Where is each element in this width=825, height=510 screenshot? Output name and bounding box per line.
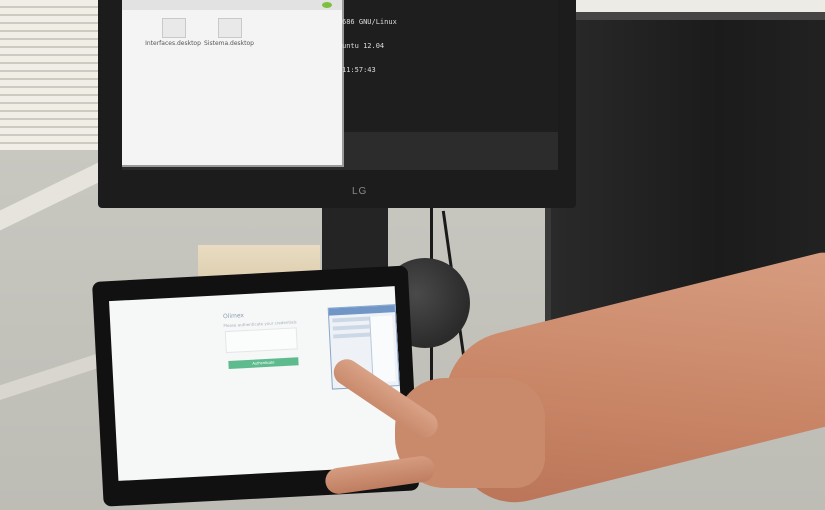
photo-scene: Interfaces.desktop Sistema.desktop 686 G… [0,0,825,510]
login-title: Olimex [222,312,245,321]
lg-logo: LG [352,186,368,197]
terminal-line: 11:57:43 [342,66,376,74]
terminal-output: 686 GNU/Linux untu 12.04 11:57:43 [342,2,397,90]
green-status-icon [322,2,332,8]
login-input[interactable] [224,327,298,354]
terminal-line: 686 GNU/Linux [342,18,397,26]
desktop-file-icon[interactable] [162,18,186,38]
popup-column [369,315,396,383]
window-titlebar [122,0,342,10]
desktop-file-label: Sistema.desktop [203,40,254,47]
terminal-line: untu 12.04 [342,42,385,50]
login-subtitle: Please authenticate your credentials [223,319,297,329]
popup-titlebar [328,305,395,316]
login-button[interactable]: Authenticate [228,357,299,369]
file-manager-window: Interfaces.desktop Sistema.desktop [122,0,344,167]
desktop-file-icon[interactable] [218,18,242,38]
